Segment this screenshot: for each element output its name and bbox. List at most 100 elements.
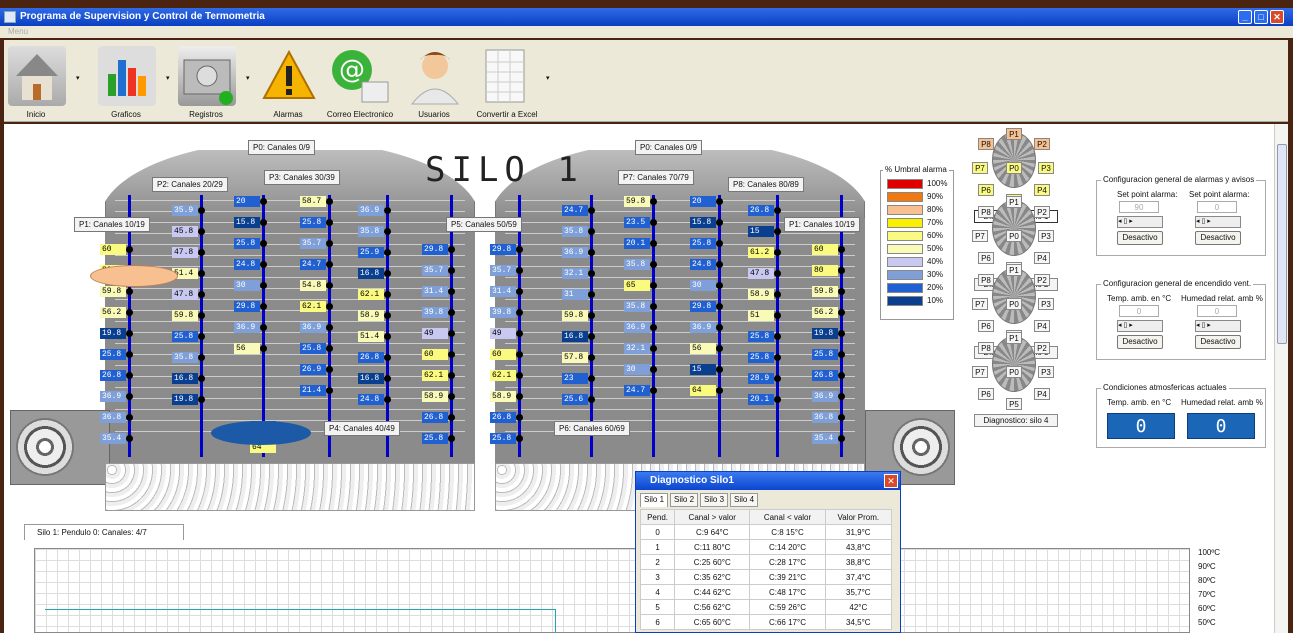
pendulum-label[interactable]: P8: Canales 80/89 [728, 177, 804, 192]
sensor-value[interactable]: 25.8 [172, 331, 198, 342]
sensor-value[interactable]: 47.8 [172, 247, 198, 258]
sensor-value[interactable]: 25.6 [562, 394, 588, 405]
point-button-p6[interactable]: P6 [978, 184, 994, 196]
sensor-value[interactable]: 58.9 [422, 391, 448, 402]
sensor-value[interactable]: 36.9 [562, 247, 588, 258]
point-button-p7[interactable]: P7 [972, 230, 988, 242]
sensor-value[interactable]: 21.4 [300, 385, 326, 396]
sensor-value[interactable]: 35.8 [358, 226, 384, 237]
sensor-value[interactable]: 30 [624, 364, 650, 375]
sensor-value[interactable]: 36.9 [358, 205, 384, 216]
vertical-scrollbar[interactable] [1274, 124, 1288, 633]
chart-tab[interactable]: Silo 1: Pendulo 0: Canales: 4/7 [24, 524, 184, 540]
dialog-tab[interactable]: Silo 1 [640, 493, 669, 507]
dropdown-arrow-icon[interactable]: ▾ [76, 74, 80, 82]
sensor-value[interactable]: 36.9 [300, 322, 326, 333]
sensor-value[interactable]: 25.9 [358, 247, 384, 258]
dialog-close-button[interactable]: ✕ [884, 474, 898, 488]
sensor-value[interactable]: 31 [562, 289, 588, 300]
pendulum-label[interactable]: P7: Canales 70/79 [618, 170, 694, 185]
sensor-value[interactable]: 39.8 [490, 307, 516, 318]
sensor-value[interactable]: 16.8 [172, 373, 198, 384]
point-button-p2[interactable]: P2 [1034, 138, 1050, 150]
sensor-value[interactable]: 47.8 [748, 268, 774, 279]
point-button-p8[interactable]: P8 [978, 274, 994, 286]
sensor-value[interactable]: 60 [422, 349, 448, 360]
diagnostic-button[interactable]: Diagnostico: silo 4 [974, 414, 1058, 427]
sensor-value[interactable]: 29.8 [234, 301, 260, 312]
dropdown-arrow-icon[interactable]: ▾ [246, 74, 250, 82]
toolbar-button-alarmas[interactable]: Alarmas [256, 44, 322, 120]
sensor-value[interactable]: 56.2 [100, 307, 126, 318]
sensor-value[interactable]: 26.8 [422, 412, 448, 423]
sensor-value[interactable]: 49 [490, 328, 516, 339]
sensor-value[interactable]: 24.8 [358, 394, 384, 405]
close-button[interactable]: ✕ [1270, 10, 1284, 24]
sensor-value[interactable]: 35.7 [300, 238, 326, 249]
sensor-value[interactable]: 61.2 [748, 247, 774, 258]
sensor-value[interactable]: 35.8 [624, 301, 650, 312]
dialog-tab[interactable]: Silo 4 [730, 493, 759, 507]
sensor-value[interactable]: 16.8 [562, 331, 588, 342]
sensor-value[interactable]: 58.7 [300, 196, 326, 207]
point-button-p2[interactable]: P2 [1034, 274, 1050, 286]
sensor-value[interactable]: 19.8 [100, 328, 126, 339]
maximize-button[interactable]: □ [1254, 10, 1268, 24]
sensor-value[interactable]: 45.8 [172, 226, 198, 237]
menu-item[interactable]: Menu [8, 27, 28, 36]
sensor-value[interactable]: 25.8 [490, 433, 516, 444]
humidity-slider[interactable]: ◂ ▯ ▸ [1195, 320, 1241, 332]
sensor-value[interactable]: 24.7 [300, 259, 326, 270]
sensor-value[interactable]: 36.9 [812, 391, 838, 402]
sensor-value[interactable]: 35.7 [422, 265, 448, 276]
sensor-value[interactable]: 25.8 [748, 352, 774, 363]
sensor-value[interactable]: 36.9 [234, 322, 260, 333]
dropdown-arrow-icon[interactable]: ▾ [546, 74, 550, 82]
sensor-value[interactable]: 26.8 [490, 412, 516, 423]
sensor-value[interactable]: 15.8 [234, 217, 260, 228]
sensor-value[interactable]: 59.8 [172, 310, 198, 321]
dialog-tab[interactable]: Silo 2 [670, 493, 699, 507]
pendulum-label[interactable]: P1: Canales 10/19 [74, 217, 150, 232]
sensor-value[interactable]: 60 [490, 349, 516, 360]
sensor-value[interactable]: 62.1 [490, 370, 516, 381]
sensor-value[interactable]: 56 [234, 343, 260, 354]
sensor-value[interactable]: 25.8 [690, 238, 716, 249]
sensor-value[interactable]: 59.8 [562, 310, 588, 321]
setpoint-slider[interactable]: ◂ ▯ ▸ [1195, 216, 1241, 228]
sensor-value[interactable]: 26.8 [100, 370, 126, 381]
point-button-p1[interactable]: P1 [1006, 196, 1022, 208]
sensor-value[interactable]: 59.8 [100, 286, 126, 297]
sensor-value[interactable]: 19.8 [172, 394, 198, 405]
point-button-p0[interactable]: P0 [1006, 298, 1022, 310]
point-button-p6[interactable]: P6 [978, 320, 994, 332]
sensor-value[interactable]: 25.8 [812, 349, 838, 360]
sensor-value[interactable]: 25.8 [100, 349, 126, 360]
sensor-value[interactable]: 54.8 [300, 280, 326, 291]
point-button-p4[interactable]: P4 [1034, 320, 1050, 332]
point-button-p3[interactable]: P3 [1038, 298, 1054, 310]
sensor-value[interactable]: 24.7 [624, 385, 650, 396]
sensor-value[interactable]: 25.8 [300, 343, 326, 354]
sensor-value[interactable]: 59.8 [624, 196, 650, 207]
sensor-value[interactable]: 65 [624, 280, 650, 291]
sensor-value[interactable]: 35.4 [100, 433, 126, 444]
toolbar-button-excel[interactable]: Convertir a Excel ▾ [472, 44, 552, 120]
sensor-value[interactable]: 23 [562, 373, 588, 384]
sensor-value[interactable]: 15 [690, 364, 716, 375]
sensor-value[interactable]: 23.5 [624, 217, 650, 228]
sensor-value[interactable]: 26.8 [748, 205, 774, 216]
point-button-p5[interactable]: P5 [1006, 398, 1022, 410]
sensor-value[interactable]: 20.1 [748, 394, 774, 405]
sensor-value[interactable]: 20 [234, 196, 260, 207]
temperature-slider[interactable]: ◂ ▯ ▸ [1117, 320, 1163, 332]
point-button-p1[interactable]: P1 [1006, 264, 1022, 276]
pendulum-label[interactable]: P0: Canales 0/9 [635, 140, 702, 155]
sensor-value[interactable]: 24.8 [690, 259, 716, 270]
dialog-tab[interactable]: Silo 3 [700, 493, 729, 507]
sensor-value[interactable]: 39.8 [422, 307, 448, 318]
sensor-value[interactable]: 29.8 [422, 244, 448, 255]
sensor-value[interactable]: 35.8 [172, 352, 198, 363]
point-button-p0[interactable]: P0 [1006, 366, 1022, 378]
point-button-p8[interactable]: P8 [978, 206, 994, 218]
